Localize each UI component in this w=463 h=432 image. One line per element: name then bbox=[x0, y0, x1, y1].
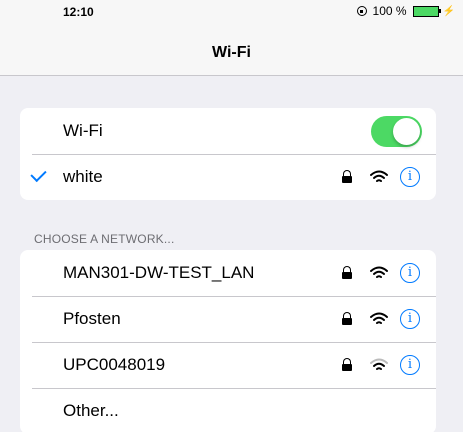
wifi-toggle-switch[interactable] bbox=[371, 116, 422, 147]
connected-network-name: white bbox=[63, 167, 103, 186]
checkmark-icon bbox=[30, 165, 47, 183]
network-row[interactable]: MAN301-DW-TEST_LAN i bbox=[20, 250, 436, 296]
network-icons: i bbox=[340, 342, 420, 388]
network-icons: i bbox=[340, 250, 420, 296]
network-row[interactable]: UPC0048019 i bbox=[20, 342, 436, 388]
connected-network-row[interactable]: white i bbox=[20, 154, 436, 200]
top-bar: 12:10 100 % ⚡ Wi-Fi bbox=[0, 0, 463, 76]
wifi-signal-icon bbox=[370, 312, 388, 324]
status-time: 12:10 bbox=[63, 5, 94, 19]
lock-icon bbox=[340, 311, 354, 327]
network-icons: i bbox=[340, 154, 420, 200]
wifi-group: Wi-Fi white i bbox=[20, 108, 436, 200]
wifi-signal-icon bbox=[370, 266, 388, 278]
page-title: Wi-Fi bbox=[212, 44, 251, 61]
wifi-settings-screen: 12:10 100 % ⚡ Wi-Fi Wi-Fi white i CHOOSE… bbox=[0, 0, 463, 432]
lock-icon bbox=[340, 357, 354, 373]
wifi-signal-icon bbox=[370, 170, 388, 182]
other-network-label: Other... bbox=[63, 401, 119, 420]
wifi-signal-icon bbox=[370, 358, 388, 370]
info-icon[interactable]: i bbox=[400, 355, 420, 375]
info-icon[interactable]: i bbox=[400, 263, 420, 283]
lock-icon bbox=[340, 169, 354, 185]
network-row[interactable]: Pfosten i bbox=[20, 296, 436, 342]
info-icon[interactable]: i bbox=[400, 167, 420, 187]
wifi-toggle-label: Wi-Fi bbox=[63, 121, 103, 140]
network-name: Pfosten bbox=[63, 309, 121, 328]
network-list: MAN301-DW-TEST_LAN i Pfosten i UPC004801… bbox=[20, 250, 436, 432]
lock-icon bbox=[340, 265, 354, 281]
toggle-knob bbox=[393, 118, 420, 145]
info-icon[interactable]: i bbox=[400, 309, 420, 329]
network-name: MAN301-DW-TEST_LAN bbox=[63, 263, 255, 282]
battery-percentage: 100 % bbox=[372, 4, 407, 18]
network-icons: i bbox=[340, 296, 420, 342]
network-name: UPC0048019 bbox=[63, 355, 166, 374]
status-indicators: 100 % ⚡ bbox=[356, 4, 455, 18]
wifi-toggle-row: Wi-Fi bbox=[20, 108, 436, 154]
battery-icon bbox=[412, 5, 441, 17]
choose-network-header: CHOOSE A NETWORK... bbox=[34, 232, 175, 246]
other-network-row[interactable]: Other... bbox=[20, 388, 436, 432]
rotation-lock-icon bbox=[356, 6, 367, 16]
charging-bolt-icon: ⚡ bbox=[442, 5, 455, 17]
